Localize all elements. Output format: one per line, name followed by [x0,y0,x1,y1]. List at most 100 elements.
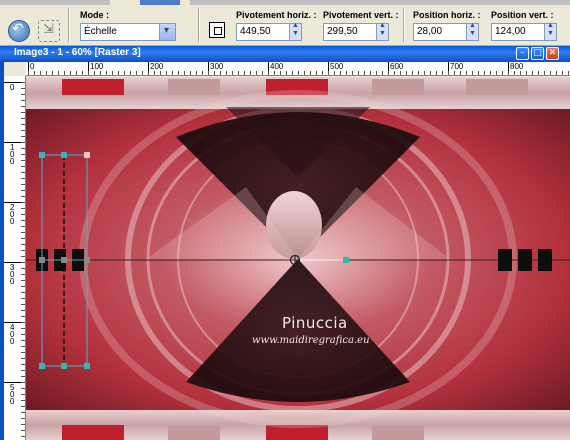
ruler-minor-tick [490,71,491,75]
ruler-minor-tick [508,71,509,75]
rotate-knob[interactable] [343,257,349,263]
resize-handle[interactable] [39,152,45,158]
ruler-minor-tick [21,214,25,215]
pivot-x-input[interactable]: 449,50 [236,22,302,41]
ruler-minor-tick [21,244,25,245]
ruler-minor-tick [388,71,389,75]
ruler-minor-tick [190,71,191,75]
ruler-minor-tick [21,232,25,233]
ruler-minor-tick [298,71,299,75]
black-block [518,249,532,271]
ruler-minor-tick [310,71,311,75]
ruler-label: 600 [390,62,404,71]
window-title: Image3 - 1 - 60% [Raster 3] [14,47,141,58]
ruler-minor-tick [21,142,25,143]
ruler-minor-tick [21,154,25,155]
ruler-corner [4,62,26,76]
resize-handle[interactable] [39,257,45,263]
ruler-minor-tick [21,376,25,377]
ruler-minor-tick [58,71,59,75]
mode-select[interactable]: Échelle [80,23,176,41]
ruler-minor-tick [430,71,431,75]
ruler-label: 0 [10,83,15,92]
tool-options-toolbar: Mode : Échelle Pivotement horiz. : 449,5… [0,0,570,46]
pivot-y-value: 299,50 [327,26,358,37]
pos-x-label: Position horiz. : [413,10,481,20]
ruler-minor-tick [340,71,341,75]
ruler-minor-tick [21,310,25,311]
ruler-minor-tick [154,71,155,75]
ruler-minor-tick [21,250,25,251]
ruler-minor-tick [21,400,25,401]
ruler-minor-tick [178,71,179,75]
ruler-minor-tick [400,71,401,75]
ruler-minor-tick [21,268,25,269]
ruler-minor-tick [21,88,25,89]
spin-arrows-icon[interactable] [466,22,478,40]
ruler-label: 100 [90,62,104,71]
ruler-minor-tick [460,71,461,75]
resize-handle[interactable] [84,257,90,263]
ruler-minor-tick [21,148,25,149]
ruler-minor-tick [358,71,359,75]
ruler-minor-tick [21,220,25,221]
ruler-minor-tick [21,190,25,191]
resize-handle[interactable] [61,257,67,263]
image-canvas[interactable]: Pinuccia www.maidiregrafica.eu [26,77,570,440]
ruler-minor-tick [472,71,473,75]
ruler-label: 800 [510,62,524,71]
ruler-minor-tick [556,71,557,75]
reset-icon[interactable] [38,20,60,42]
pivot-y-input[interactable]: 299,50 [323,22,389,41]
undo-icon[interactable] [8,20,30,42]
ruler-minor-tick [562,71,563,75]
separator [68,8,69,42]
image-window-titlebar[interactable]: Image3 - 1 - 60% [Raster 3] – □ ✕ [0,46,570,62]
spin-arrows-icon[interactable] [289,22,301,40]
ruler-minor-tick [21,196,25,197]
chevron-down-icon[interactable] [159,24,175,40]
ruler-minor-tick [514,71,515,75]
ruler-minor-tick [544,71,545,75]
ruler-minor-tick [21,112,25,113]
ruler-minor-tick [196,71,197,75]
resize-handle[interactable] [84,363,90,369]
maximize-icon[interactable]: □ [531,47,544,60]
ruler-minor-tick [316,71,317,75]
horizontal-ruler: 0 100 200 300 400 500 600 700 800 [26,62,570,76]
ruler-minor-tick [21,322,25,323]
ruler-minor-tick [328,71,329,75]
ruler-minor-tick [76,71,77,75]
ruler-minor-tick [21,340,25,341]
pos-x-input[interactable]: 28,00 [413,22,479,41]
black-block [538,249,552,271]
close-icon[interactable]: ✕ [546,47,559,60]
ruler-minor-tick [82,71,83,75]
ruler-minor-tick [520,71,521,75]
resize-handle[interactable] [84,152,90,158]
menu-strip [0,0,110,5]
pivot-x-value: 449,50 [240,26,271,37]
resize-handle[interactable] [61,152,67,158]
ruler-minor-tick [502,71,503,75]
pos-y-input[interactable]: 124,00 [491,22,557,41]
ruler-minor-tick [112,71,113,75]
minimize-icon[interactable]: – [516,47,529,60]
spin-arrows-icon[interactable] [376,22,388,40]
ruler-minor-tick [21,304,25,305]
resize-handle[interactable] [39,363,45,369]
ruler-minor-tick [208,71,209,75]
pick-position-icon[interactable] [209,22,225,38]
ruler-minor-tick [346,71,347,75]
resize-handle[interactable] [61,363,67,369]
ruler-minor-tick [21,202,25,203]
ruler-minor-tick [21,82,25,83]
ruler-minor-tick [21,292,25,293]
ruler-minor-tick [21,364,25,365]
ruler-minor-tick [496,71,497,75]
ruler-minor-tick [70,71,71,75]
ruler-minor-tick [568,71,569,75]
ruler-minor-tick [21,94,25,95]
ruler-minor-tick [21,346,25,347]
spin-arrows-icon[interactable] [544,22,556,40]
